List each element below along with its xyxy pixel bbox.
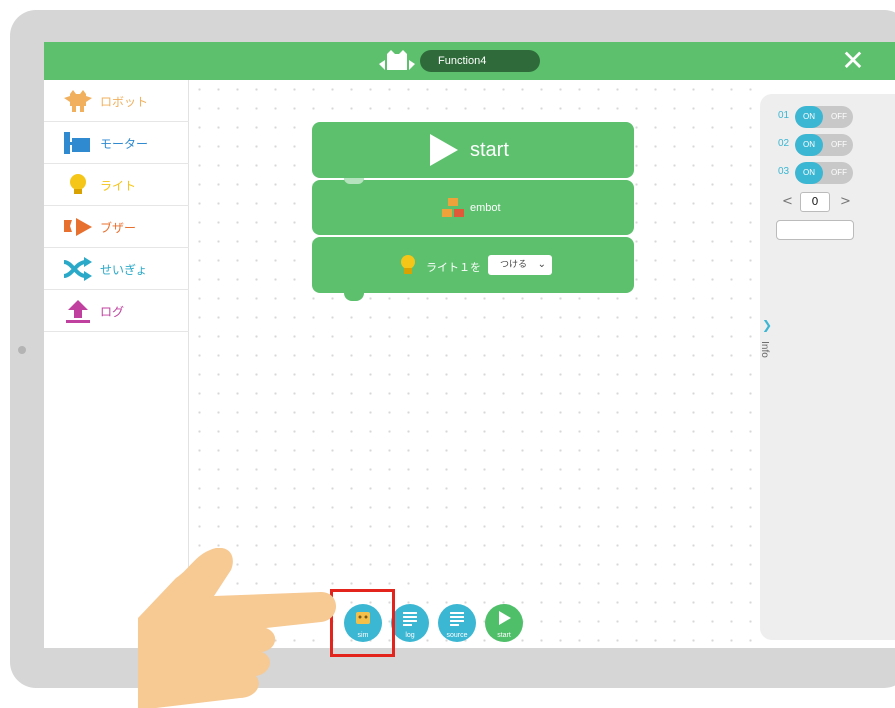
embot-block-label: embot: [470, 202, 501, 214]
lightbulb-icon: [70, 174, 86, 194]
log-button[interactable]: log: [391, 604, 429, 642]
chevron-right-icon[interactable]: ❯: [762, 318, 772, 332]
start-button-label: start: [497, 632, 511, 639]
sidebar-item-label: せいぎょ: [100, 263, 148, 277]
embot-block[interactable]: embot: [312, 178, 634, 235]
light-block-label: ライト１を: [426, 261, 481, 274]
toggle-on[interactable]: ON: [795, 162, 823, 184]
buzzer-icon: [64, 218, 92, 236]
port-number: 01: [778, 110, 790, 121]
sidebar-item-buzzer[interactable]: ブザー: [44, 206, 189, 248]
stepper-increment[interactable]: >: [840, 194, 851, 209]
toggle-off[interactable]: OFF: [825, 162, 853, 184]
info-panel: 01 ON OFF 02 ON OFF 03 ON OFF < 0 > ❯ In…: [759, 94, 895, 640]
stepper-decrement[interactable]: <: [782, 194, 793, 209]
toggle-on[interactable]: ON: [795, 106, 823, 128]
sidebar-item-light[interactable]: ライト: [44, 164, 189, 206]
sidebar-item-label: モーター: [100, 137, 149, 151]
toggle-on[interactable]: ON: [795, 134, 823, 156]
log-button-label: log: [405, 632, 415, 639]
play-icon: [499, 611, 511, 625]
toggle-off[interactable]: OFF: [825, 106, 853, 128]
upload-icon: [66, 300, 90, 323]
shuffle-icon: [63, 257, 92, 281]
sidebar-item-label: ログ: [100, 305, 125, 319]
start-block-label: start: [470, 139, 509, 161]
light-action-value: つける: [500, 260, 528, 270]
start-block[interactable]: start: [312, 122, 634, 186]
robot-icon: [64, 90, 92, 112]
sidebar-item-log[interactable]: ログ: [44, 290, 189, 332]
block-notch: [344, 178, 364, 184]
lightbulb-icon: [401, 255, 415, 274]
chevron-down-icon: ⌄: [537, 259, 546, 270]
sidebar-item-motor[interactable]: モーター: [44, 122, 189, 164]
sidebar-item-label: ライト: [100, 179, 137, 193]
function-title[interactable]: Function4: [420, 50, 540, 72]
port-number: 03: [778, 166, 790, 177]
lines-icon: [403, 612, 417, 626]
port-toggle[interactable]: ON OFF: [795, 162, 853, 184]
block-connector: [344, 293, 364, 301]
sidebar-item-label: ブザー: [100, 221, 137, 235]
close-icon[interactable]: ✕: [840, 47, 866, 75]
embot-icon: [442, 198, 464, 217]
sidebar-item-control[interactable]: せいぎょ: [44, 248, 189, 290]
play-icon: [430, 134, 458, 166]
stepper-value: 0: [800, 192, 830, 212]
info-text-field[interactable]: [776, 220, 854, 240]
sidebar-item-label: ロボット: [100, 95, 149, 109]
light-action-dropdown[interactable]: つける ⌄: [488, 255, 552, 275]
top-bar: Function4 ✕: [44, 42, 895, 80]
info-tab-label[interactable]: Info: [759, 341, 770, 358]
source-button-label: source: [446, 632, 468, 639]
robot-icon: [379, 50, 415, 70]
port-toggle[interactable]: ON OFF: [795, 134, 853, 156]
start-button[interactable]: start: [485, 604, 523, 642]
port-number: 02: [778, 138, 790, 149]
lines-icon: [450, 612, 464, 626]
port-toggle[interactable]: ON OFF: [795, 106, 853, 128]
toggle-off[interactable]: OFF: [825, 134, 853, 156]
light-block[interactable]: ライト１を つける ⌄: [312, 237, 634, 301]
home-button-dot: [18, 346, 26, 354]
source-button[interactable]: source: [438, 604, 476, 642]
motor-icon: [64, 132, 90, 154]
sidebar-item-robot[interactable]: ロボット: [44, 80, 189, 122]
pointing-hand-icon: [138, 548, 336, 708]
